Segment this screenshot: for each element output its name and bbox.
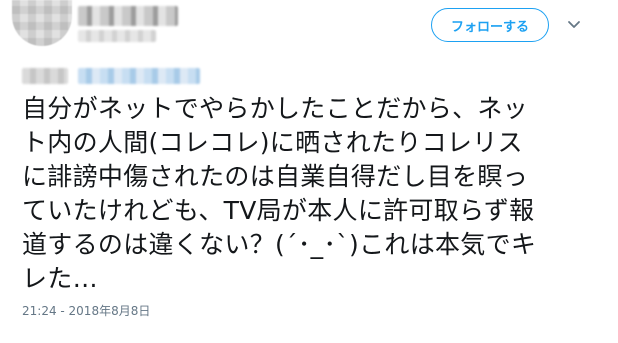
user-handle-redacted[interactable]: [78, 30, 156, 42]
tweet-card: フォローする 自分がネットでやらかしたことだから、ネッ ト内の人間(コレコレ)に…: [0, 0, 618, 343]
avatar[interactable]: [12, 0, 72, 46]
tweet-text-line: ていたけれども、TV局が本人に許可取らず報: [22, 196, 535, 225]
tweet-text: 自分がネットでやらかしたことだから、ネッ ト内の人間(コレコレ)に晒されたりコレ…: [22, 92, 582, 296]
tweet-text-line: ト内の人間(コレコレ)に晒されたりコレリス: [22, 128, 523, 157]
tweet-text-line: レた…: [22, 264, 98, 293]
follow-button[interactable]: フォローする: [431, 8, 549, 42]
chevron-down-icon[interactable]: [566, 17, 582, 33]
tweet-text-line: 自分がネットでやらかしたことだから、ネッ: [22, 94, 529, 123]
tweet-timestamp[interactable]: 21:24 - 2018年8月8日: [22, 302, 150, 319]
display-name-redacted[interactable]: [78, 6, 178, 26]
tweet-text-line: 道するのは違くない？(´･_･`)これは本気でキ: [22, 230, 537, 259]
tweet-text-line: に誹謗中傷されたのは自業自得だし目を瞑っ: [22, 162, 529, 191]
reply-context-redacted: [22, 68, 68, 84]
reply-to-link-redacted[interactable]: [78, 68, 200, 84]
